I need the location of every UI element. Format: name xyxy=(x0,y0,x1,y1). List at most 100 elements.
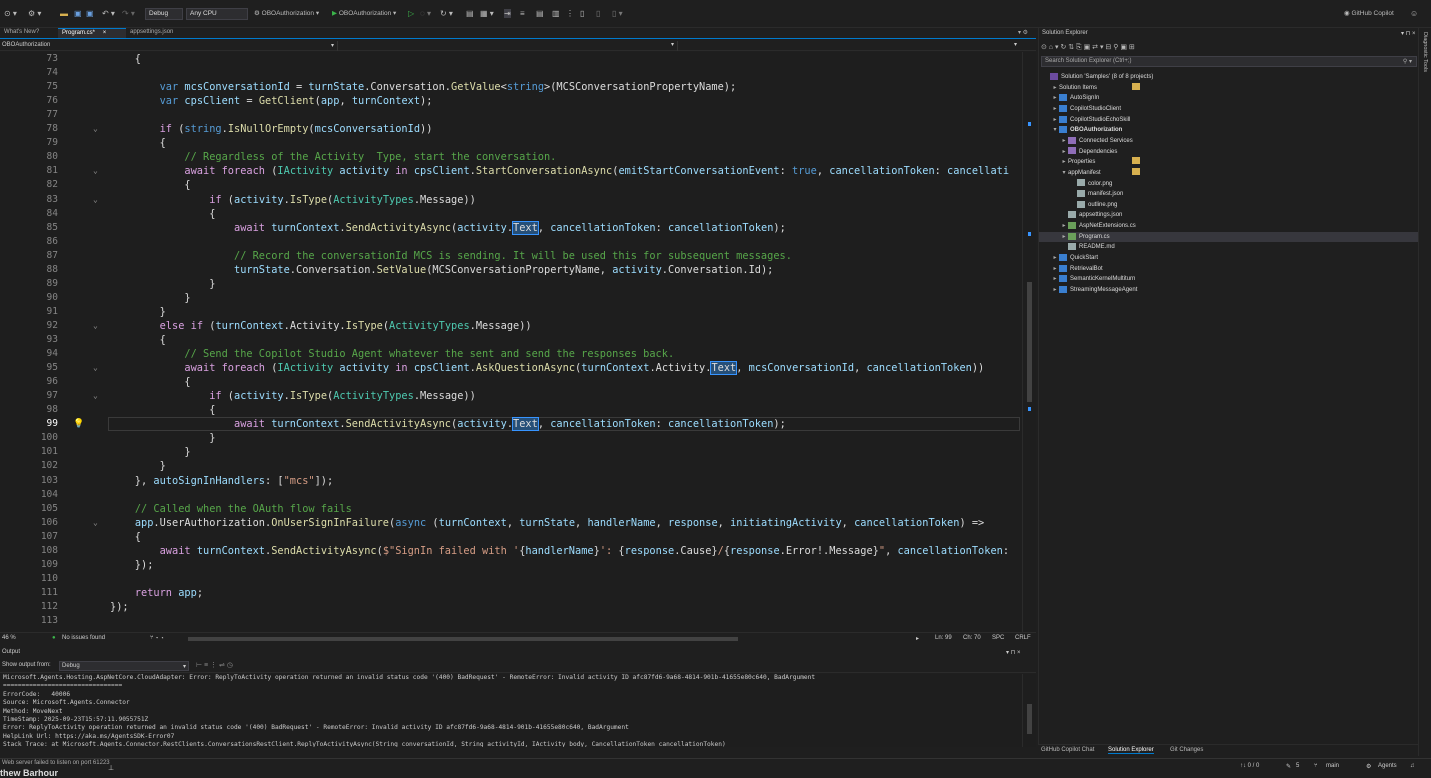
tree-item[interactable]: outline.png xyxy=(1039,200,1419,211)
fold-toggle-icon[interactable]: ⌄ xyxy=(93,516,98,530)
chevron-down-icon[interactable]: ▾ xyxy=(1051,125,1059,136)
tree-item[interactable]: manifest.json xyxy=(1039,189,1419,200)
project-dropdown[interactable]: OBOAuthorization ▾ xyxy=(0,41,338,51)
chevron-right-icon[interactable]: ▸ xyxy=(1051,253,1059,264)
spacing-indicator[interactable]: SPC xyxy=(992,635,1004,641)
code-line[interactable]: 88 turnState.Conversation.SetValue(MCSCo… xyxy=(0,263,1020,277)
tree-item[interactable]: ▸ RetrievalBot xyxy=(1039,264,1419,275)
chevron-right-icon[interactable]: ▸ xyxy=(1060,221,1068,232)
tree-item[interactable]: ▾ OBOAuthorization xyxy=(1039,125,1419,136)
output-scrollbar[interactable] xyxy=(1022,674,1036,747)
tree-item[interactable]: ▸ SemanticKernelMultiturn xyxy=(1039,274,1419,285)
open-folder-icon[interactable]: ▬ xyxy=(60,9,68,18)
format-icon[interactable]: ≡ xyxy=(520,9,525,18)
solution-search-input[interactable]: Search Solution Explorer (Ctrl+;) ⚲ ▾ xyxy=(1041,56,1417,67)
code-line[interactable]: 100 } xyxy=(0,431,1020,445)
fold-toggle-icon[interactable]: ⌄ xyxy=(93,319,98,333)
code-line[interactable]: 84 { xyxy=(0,207,1020,221)
branch-name[interactable]: main xyxy=(1326,763,1339,769)
code-line[interactable]: 105 // Called when the OAuth flow fails xyxy=(0,502,1020,516)
tab-whats-new[interactable]: What's New? xyxy=(0,28,43,38)
chevron-right-icon[interactable]: ▸ xyxy=(1051,83,1059,94)
config-select[interactable]: Debug xyxy=(145,8,183,20)
code-line[interactable]: 97 ⌄ if (activity.IsType(ActivityTypes.Me… xyxy=(0,389,1020,403)
code-line[interactable]: 83 ⌄ if (activity.IsType(ActivityTypes.Me… xyxy=(0,193,1020,207)
tree-item[interactable]: ▸ StreamingMessageAgent xyxy=(1039,285,1419,296)
scroll-right-icon[interactable]: ▸ xyxy=(916,635,919,642)
tree-item[interactable]: ▸ AutoSignIn xyxy=(1039,93,1419,104)
bell-icon[interactable]: ♫ xyxy=(1410,763,1415,769)
tab-program-cs[interactable]: Program.cs* × xyxy=(58,28,126,38)
chevron-right-icon[interactable]: ▸ xyxy=(1051,104,1059,115)
edits-count[interactable]: 5 xyxy=(1296,763,1299,769)
pin-icon[interactable]: ▾ ⊓ × xyxy=(1006,649,1021,656)
code-line[interactable]: 94 // Send the Copilot Studio Agent what… xyxy=(0,347,1020,361)
bookmark-next-icon[interactable]: ▯ ▾ xyxy=(612,9,623,18)
redo-icon[interactable]: ↷ ▾ xyxy=(122,9,135,18)
chevron-right-icon[interactable]: ▸ xyxy=(1051,115,1059,126)
bookmark-icon[interactable]: ▯ xyxy=(580,9,584,18)
output-text[interactable]: Microsoft.Agents.Hosting.AspNetCore.Clou… xyxy=(0,674,1022,747)
code-line[interactable]: 101 } xyxy=(0,445,1020,459)
fold-toggle-icon[interactable]: ⌄ xyxy=(93,164,98,178)
code-line[interactable]: 78 ⌄ if (string.IsNullOrEmpty(mcsConversa… xyxy=(0,122,1020,136)
tree-item[interactable]: ▸ Connected Services xyxy=(1039,136,1419,147)
code-line[interactable]: 106 ⌄ app.UserAuthorization.OnUserSignInF… xyxy=(0,516,1020,530)
diagnostic-tools-tab[interactable]: Diagnostic Tools xyxy=(1422,32,1428,72)
tab-appsettings[interactable]: appsettings.json xyxy=(126,28,177,38)
tree-item[interactable]: Solution 'Samples' (8 of 8 projects) xyxy=(1039,72,1419,83)
comment-icon[interactable]: ▤ xyxy=(536,9,544,18)
chevron-right-icon[interactable]: ▸ xyxy=(1051,285,1059,296)
code-line[interactable]: 85 await turnContext.SendActivityAsync(a… xyxy=(0,220,1020,235)
new-project-icon[interactable]: ⚙ ▾ xyxy=(28,9,41,18)
code-line[interactable]: 102 } xyxy=(0,459,1020,473)
code-line[interactable]: 87 // Record the conversationId MCS is s… xyxy=(0,249,1020,263)
code-line[interactable]: 74 xyxy=(0,66,1020,80)
github-copilot-button[interactable]: ◉ GitHub Copilot xyxy=(1344,9,1394,17)
tree-item[interactable]: ▸ AspNetExtensions.cs xyxy=(1039,221,1419,232)
code-line[interactable]: 95 ⌄ await foreach (IActivity activity in… xyxy=(0,361,1020,376)
code-line[interactable]: 104 xyxy=(0,488,1020,502)
tree-item[interactable]: ▸ CopilotStudioEchoSkill xyxy=(1039,115,1419,126)
code-line[interactable]: 109 }); xyxy=(0,558,1020,572)
save-all-icon[interactable]: ▣ xyxy=(86,9,94,18)
member-dropdown[interactable]: ▾ xyxy=(680,41,1020,51)
code-line[interactable]: 💡 99 await turnContext.SendActivityAsync(… xyxy=(0,417,1020,432)
scroll-thumb[interactable] xyxy=(1027,282,1032,402)
fold-toggle-icon[interactable]: ⌄ xyxy=(93,361,98,375)
tab-solution-explorer[interactable]: Solution Explorer xyxy=(1108,747,1154,754)
output-scroll-thumb[interactable] xyxy=(1027,704,1032,734)
code-line[interactable]: 79 { xyxy=(0,136,1020,150)
code-line[interactable]: 77 xyxy=(0,108,1020,122)
tree-item[interactable]: ▸ Solution Items xyxy=(1039,82,1419,94)
pin-icon[interactable]: ▾ ⊓ × xyxy=(1401,30,1416,37)
tab-git-changes[interactable]: Git Changes xyxy=(1170,747,1203,753)
code-line[interactable]: 107 { xyxy=(0,530,1020,544)
code-line[interactable]: 81 ⌄ await foreach (IActivity activity in… xyxy=(0,164,1020,178)
back-icon[interactable]: ⊙ ▾ xyxy=(4,9,17,18)
code-line[interactable]: 108 await turnContext.SendActivityAsync(… xyxy=(0,544,1020,558)
save-icon[interactable]: ▣ xyxy=(74,9,82,18)
horizontal-scrollbar[interactable] xyxy=(188,637,738,641)
code-line[interactable]: 98 { xyxy=(0,403,1020,417)
code-line[interactable]: 103 }, autoSignInHandlers: ["mcs"]); xyxy=(0,474,1020,488)
browser-icon[interactable]: ▤ xyxy=(466,9,474,18)
hot-reload-icon[interactable]: ↻ ▾ xyxy=(440,9,453,18)
code-line[interactable]: 96 { xyxy=(0,375,1020,389)
tree-item[interactable]: appsettings.json xyxy=(1039,210,1419,221)
tree-item[interactable]: ▸ Properties xyxy=(1039,157,1419,168)
step-icon[interactable]: ⇥ xyxy=(504,9,511,18)
home-icon[interactable]: ⊙ ⌂ ▾ ↻ ⇅ ⎘ ▣ ⇄ ▾ ⊟ ⚲ ▣ ⊞ xyxy=(1041,44,1135,51)
lightbulb-icon[interactable]: 💡 xyxy=(73,417,84,431)
code-line[interactable]: 76 var cpsClient = GetClient(app, turnCo… xyxy=(0,94,1020,108)
code-line[interactable]: 93 { xyxy=(0,333,1020,347)
feedback-icon[interactable]: ☺ xyxy=(1410,9,1418,18)
sync-status[interactable]: ↑↓ 0 / 0 xyxy=(1240,763,1259,769)
run-without-debug-icon[interactable]: ▷ xyxy=(408,9,414,18)
layout-icon[interactable]: ▦ ▾ xyxy=(480,9,494,18)
run-button[interactable]: ▶ OBOAuthorization ▾ xyxy=(332,9,396,17)
branch-icon[interactable]: ⑂ ▾ ◂ xyxy=(150,635,164,641)
output-tools-icon[interactable]: ⊢ ≡ ⋮ ⇌ ◷ xyxy=(196,661,233,669)
tree-item[interactable]: color.png xyxy=(1039,179,1419,190)
chevron-right-icon[interactable]: ▸ xyxy=(1060,147,1068,158)
